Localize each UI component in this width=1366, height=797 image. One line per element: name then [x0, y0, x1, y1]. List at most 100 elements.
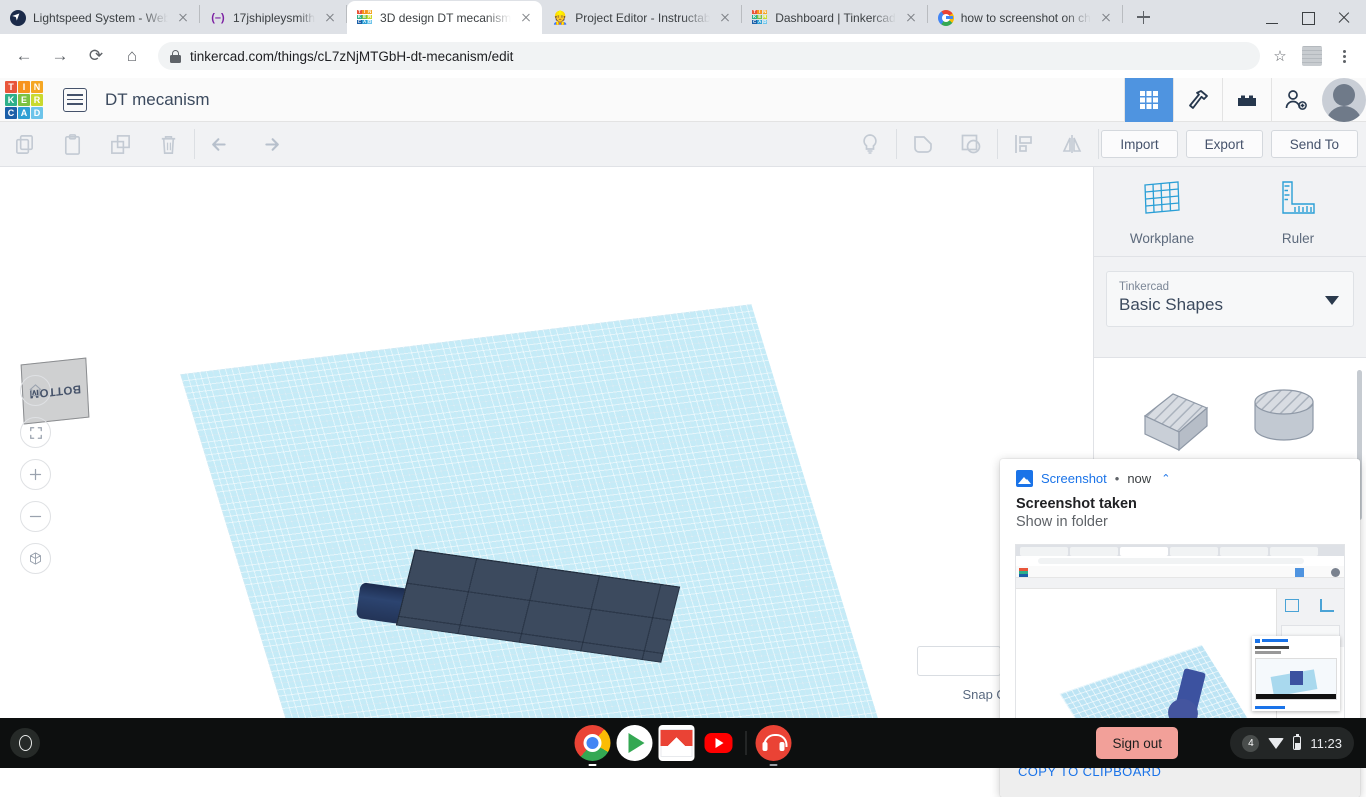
browser-tab-4[interactable]: 👷 Project Editor - Instructab: [542, 1, 741, 34]
logo-tile-a: A: [18, 107, 30, 119]
chevron-down-icon[interactable]: [1325, 296, 1339, 305]
running-indicator: [770, 764, 778, 766]
shape-library-dropdown[interactable]: Tinkercad Basic Shapes: [1106, 271, 1354, 327]
logo-tile-r: R: [31, 94, 43, 106]
browser-tab-5[interactable]: TIN KER CAD Dashboard | Tinkercad: [742, 1, 927, 34]
notification-time: now: [1127, 471, 1151, 486]
cylinder-shape[interactable]: [1245, 380, 1323, 457]
library-source-label: Tinkercad: [1119, 281, 1341, 293]
wifi-icon: [1268, 738, 1284, 749]
mini-tabstrip: [1016, 545, 1344, 556]
workplane-tool-label: Workplane: [1130, 231, 1194, 246]
align-icon[interactable]: [1000, 122, 1048, 166]
forward-arrow-icon[interactable]: →: [44, 40, 76, 72]
mini-notif-thumb: [1255, 658, 1337, 700]
close-icon[interactable]: [1326, 3, 1362, 33]
zoom-out-icon[interactable]: [20, 501, 51, 532]
mini-workplane-icon: [1285, 599, 1299, 612]
fit-view-icon[interactable]: [20, 417, 51, 448]
tinkercad-icon: TIN KER CAD: [357, 10, 373, 26]
browser-tab-2[interactable]: (–) 17jshipleysmith: [200, 1, 346, 34]
notification-app-name: Screenshot: [1041, 471, 1107, 486]
tab-close-icon[interactable]: [175, 10, 191, 26]
ruler-tool[interactable]: Ruler: [1230, 167, 1366, 256]
copy-icon[interactable]: [0, 122, 48, 166]
workplane-tool[interactable]: Workplane: [1094, 167, 1230, 256]
address-bar[interactable]: tinkercad.com/things/cL7zNjMTGbH-dt-meca…: [158, 42, 1260, 70]
snap-grid-selector[interactable]: [917, 646, 1001, 676]
browser-tab-3-active[interactable]: TIN KER CAD 3D design DT mecanism: [347, 1, 542, 34]
mini-tab: [1220, 547, 1268, 556]
extension-icon[interactable]: [1302, 46, 1322, 66]
toolbar-divider: [997, 129, 998, 159]
perspective-icon[interactable]: [20, 543, 51, 574]
star-icon[interactable]: ☆: [1266, 42, 1294, 70]
mini-tinkercad-logo: [1019, 568, 1028, 577]
notification-title: Screenshot taken: [1000, 487, 1360, 512]
user-avatar[interactable]: [1322, 78, 1366, 122]
browser-tab-1[interactable]: Lightspeed System - Web: [0, 1, 199, 34]
clock-label: 11:23: [1310, 736, 1342, 751]
hammer-tool-icon[interactable]: [1173, 78, 1222, 122]
grid-view-icon[interactable]: [1124, 78, 1173, 122]
home-icon[interactable]: ⌂: [116, 40, 148, 72]
invite-user-icon[interactable]: [1271, 78, 1320, 122]
3d-canvas[interactable]: Workplane BOTTOM Snap Grid: [0, 167, 1093, 718]
tab-close-icon[interactable]: [322, 10, 338, 26]
duplicate-icon[interactable]: [96, 122, 144, 166]
three-dot-menu-icon[interactable]: [1330, 42, 1358, 70]
chevron-up-icon[interactable]: ⌃: [1161, 472, 1170, 485]
toolbar-divider: [1098, 129, 1099, 159]
youtube-app-icon[interactable]: [705, 733, 733, 753]
launcher-icon[interactable]: [10, 728, 40, 758]
logo-tile-e: E: [18, 94, 30, 106]
tinkercad-app: T I N K E R C A D DT mecanism: [0, 78, 1366, 718]
ruler-tool-label: Ruler: [1282, 231, 1314, 246]
sign-out-button[interactable]: Sign out: [1096, 727, 1178, 759]
tab-label: Lightspeed System - Web: [33, 11, 168, 25]
send-to-button[interactable]: Send To: [1271, 130, 1358, 158]
minimize-icon[interactable]: [1254, 3, 1290, 33]
tinkercad-header: T I N K E R C A D DT mecanism: [0, 78, 1366, 122]
shelf-app-list: [575, 725, 792, 761]
running-indicator: [589, 764, 597, 766]
logo-tile-k: K: [5, 94, 17, 106]
home-view-icon[interactable]: [20, 375, 51, 406]
zoom-in-icon[interactable]: [20, 459, 51, 490]
toolbar-divider: [194, 129, 195, 159]
reload-icon[interactable]: ⟳: [80, 40, 112, 72]
tab-close-icon[interactable]: [903, 10, 919, 26]
ungroup-icon[interactable]: [947, 122, 995, 166]
delete-icon[interactable]: [144, 122, 192, 166]
blocks-icon[interactable]: [1222, 78, 1271, 122]
list-menu-icon[interactable]: [63, 88, 87, 112]
export-button[interactable]: Export: [1186, 130, 1263, 158]
light-bulb-icon[interactable]: [846, 122, 894, 166]
tinkercad-logo[interactable]: T I N K E R C A D: [5, 81, 43, 119]
chrome-browser-window: Lightspeed System - Web (–) 17jshipleysm…: [0, 0, 1366, 718]
chrome-app-icon[interactable]: [575, 725, 611, 761]
browser-tab-6[interactable]: how to screenshot on ch: [928, 1, 1122, 34]
new-tab-button[interactable]: [1129, 3, 1157, 31]
play-store-app-icon[interactable]: [617, 725, 653, 761]
tab-close-icon[interactable]: [518, 10, 534, 26]
screenshot-preview-thumbnail[interactable]: [1015, 544, 1345, 734]
redo-icon[interactable]: [245, 122, 293, 166]
undo-icon[interactable]: [197, 122, 245, 166]
headphones-app-icon[interactable]: [756, 725, 792, 761]
status-tray[interactable]: 4 11:23: [1230, 727, 1354, 759]
gmail-app-icon[interactable]: [659, 725, 695, 761]
tab-close-icon[interactable]: [717, 10, 733, 26]
import-button[interactable]: Import: [1101, 130, 1177, 158]
header-actions: [1124, 78, 1366, 122]
tab-close-icon[interactable]: [1098, 10, 1114, 26]
back-arrow-icon[interactable]: ←: [8, 40, 40, 72]
group-icon[interactable]: [899, 122, 947, 166]
paste-icon[interactable]: [48, 122, 96, 166]
maximize-icon[interactable]: [1290, 3, 1326, 33]
tinkercad-logo-mini: TIN KER CAD: [357, 10, 372, 25]
notification-subtitle[interactable]: Show in folder: [1000, 512, 1360, 530]
library-name-label: Basic Shapes: [1119, 295, 1341, 315]
box-shape[interactable]: [1137, 380, 1215, 457]
mirror-icon[interactable]: [1048, 122, 1096, 166]
